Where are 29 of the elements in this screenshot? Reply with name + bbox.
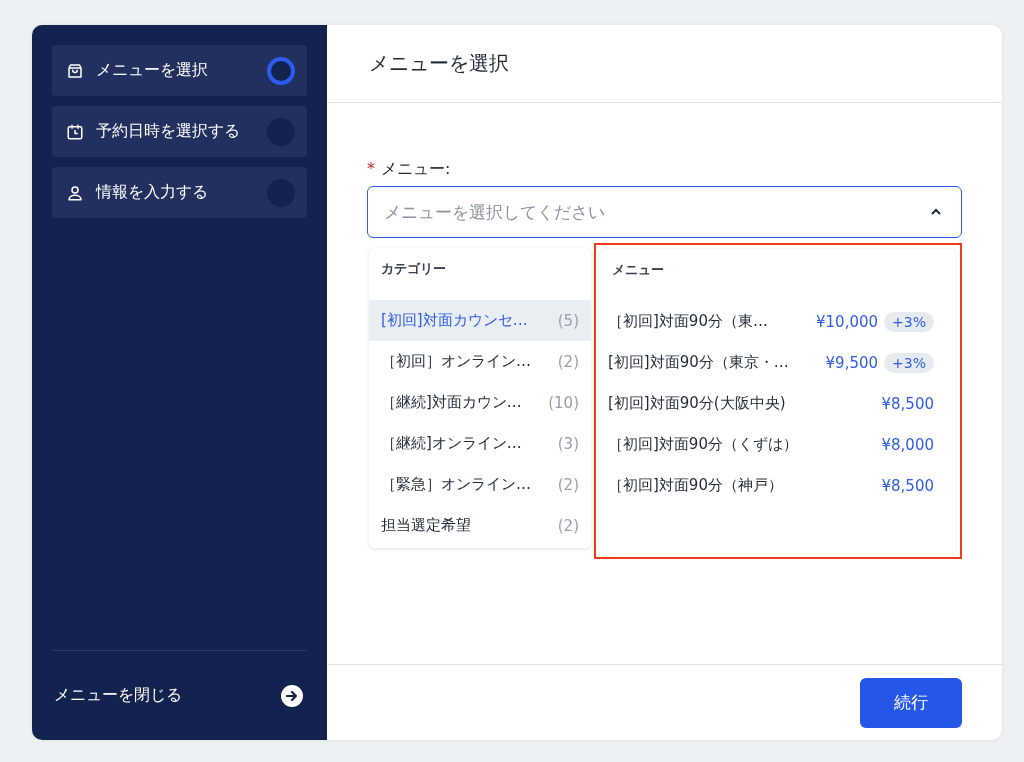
step-label: 予約日時を選択する bbox=[96, 121, 241, 142]
arrow-right-icon[interactable] bbox=[281, 684, 303, 707]
step-item[interactable]: 情報を入力する bbox=[52, 167, 307, 218]
surcharge-tag: +3% bbox=[884, 352, 934, 373]
surcharge-tag: +3% bbox=[884, 311, 934, 332]
menu-item[interactable]: ［初回]対面90分（神戸） ¥8,500 bbox=[600, 465, 956, 506]
step-item[interactable]: メニューを選択 bbox=[52, 45, 307, 96]
category-item[interactable]: ［継続]オンライン… (3) bbox=[369, 423, 591, 464]
step-item[interactable]: 予約日時を選択する bbox=[52, 106, 307, 157]
panel-title: カテゴリー bbox=[380, 260, 447, 278]
category-item[interactable]: ［継続]対面カウン… (10) bbox=[369, 382, 591, 423]
field-label: * メニュー: bbox=[367, 159, 452, 180]
step-label: 情報を入力する bbox=[96, 182, 209, 203]
step-label: メニューを選択 bbox=[96, 60, 209, 81]
category-item[interactable]: [初回]対面カウンセ… (5) bbox=[369, 300, 591, 341]
category-item[interactable]: 担当選定希望 (2) bbox=[369, 505, 591, 546]
menu-item[interactable]: ［初回]対面90分（東… ¥10,000 +3% bbox=[600, 301, 956, 342]
user-icon bbox=[66, 183, 84, 202]
category-item[interactable]: ［緊急］オンライン… (2) bbox=[369, 464, 591, 505]
calendar-icon bbox=[66, 122, 84, 141]
panel-title: メニュー bbox=[611, 261, 665, 279]
close-menu-label: メニューを閉じる bbox=[54, 685, 182, 706]
menu-item[interactable]: ［初回]対面90分（くずは） ¥8,000 bbox=[600, 424, 956, 465]
continue-button[interactable]: 続行 bbox=[860, 677, 962, 728]
bag-icon bbox=[66, 61, 84, 80]
page-title: メニューを選択 bbox=[369, 50, 509, 77]
category-item[interactable]: ［初回］オンライン… (2) bbox=[369, 341, 591, 382]
menu-item[interactable]: [初回]対面90分(大阪中央) ¥8,500 bbox=[600, 383, 956, 424]
menu-item[interactable]: [初回]対面90分（東京・… ¥9,500 +3% bbox=[600, 342, 956, 383]
